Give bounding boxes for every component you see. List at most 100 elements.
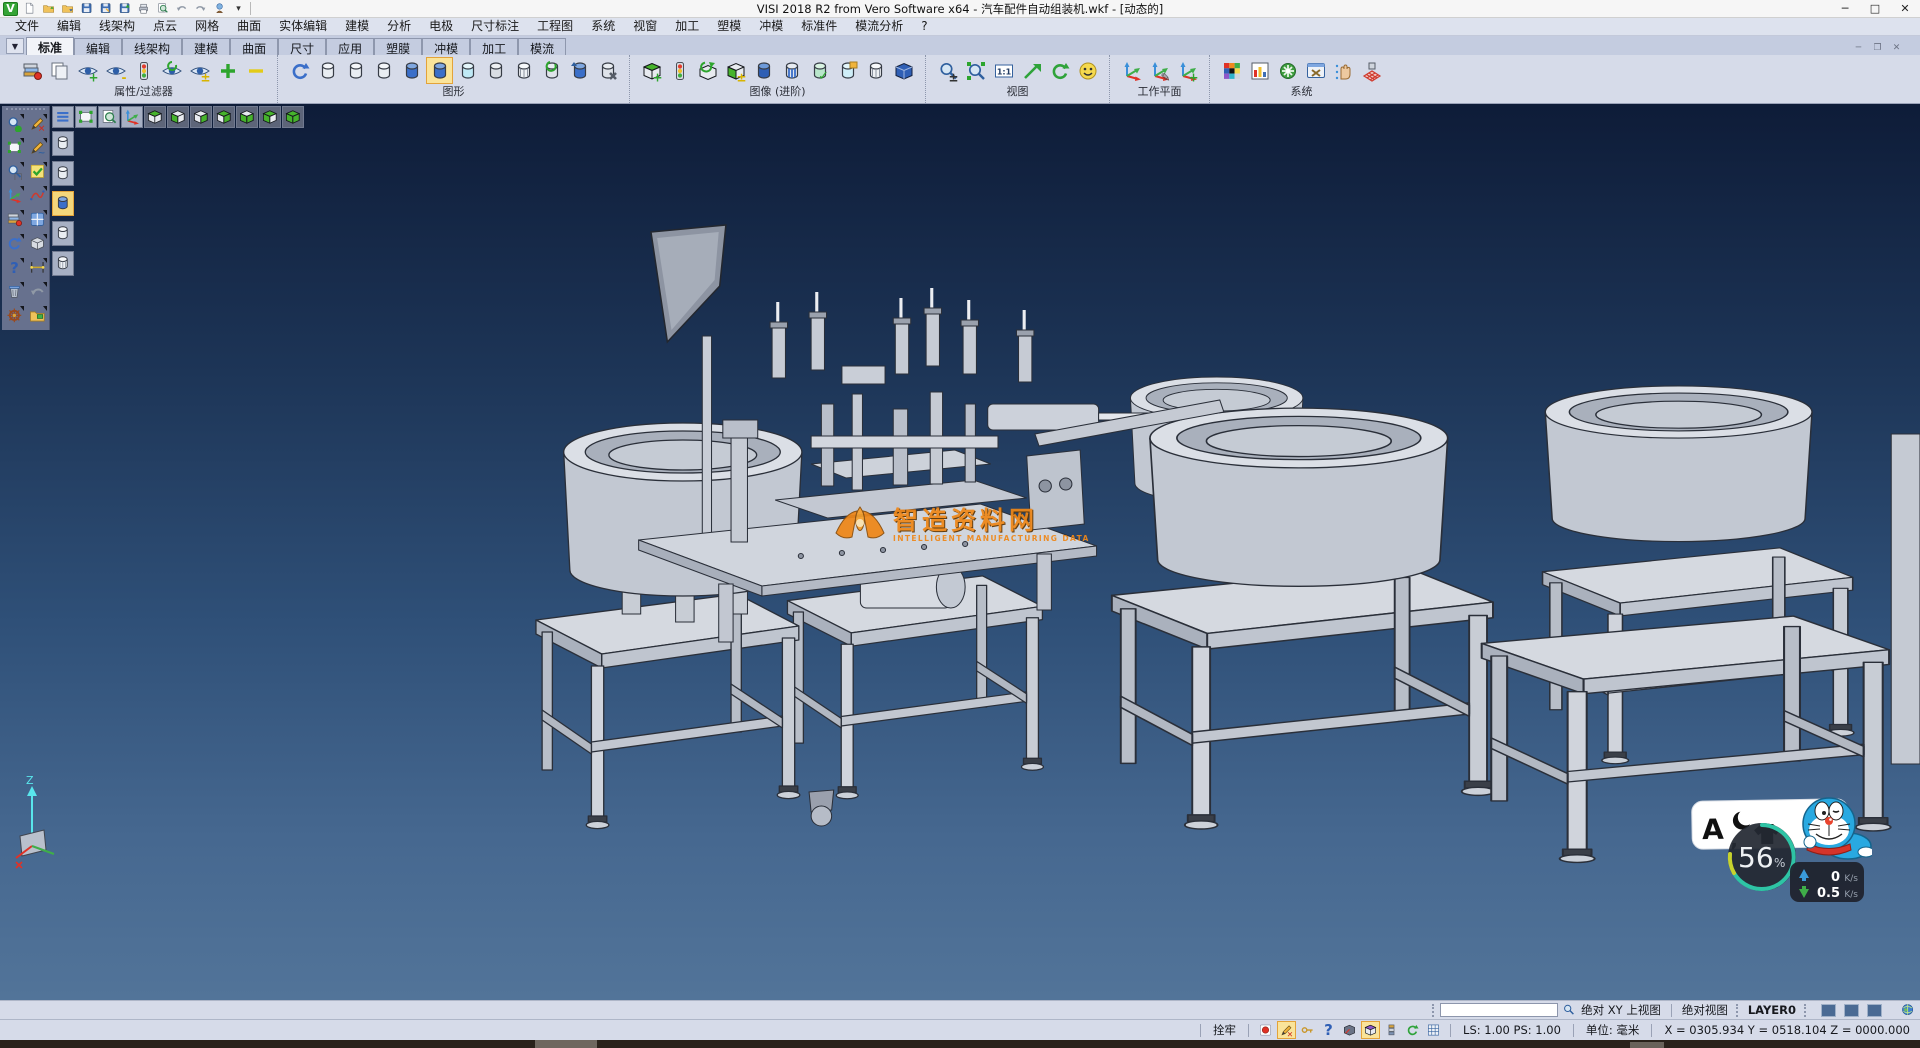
snap-layers-icon[interactable]	[1382, 1021, 1401, 1039]
menu-item-冲模[interactable]: 冲模	[750, 18, 792, 35]
cylinder-wireframe-icon[interactable]	[510, 57, 537, 84]
visibility-refresh-icon[interactable]	[158, 57, 185, 84]
system-grid-icon[interactable]	[1358, 57, 1385, 84]
tab-overflow-button[interactable]: ▼	[6, 38, 24, 54]
system-settings-icon[interactable]	[1274, 57, 1301, 84]
display-flat-icon[interactable]	[52, 221, 74, 246]
display-wireframe-icon[interactable]	[52, 251, 74, 276]
view-menu-icon[interactable]	[52, 106, 74, 128]
window-manager-icon[interactable]	[27, 209, 48, 230]
view-cube-iso-icon[interactable]	[282, 106, 304, 128]
menu-item-尺寸标注[interactable]: 尺寸标注	[462, 18, 528, 35]
cube-shaded-blue-icon[interactable]	[890, 57, 917, 84]
menu-item-文件[interactable]: 文件	[6, 18, 48, 35]
view-cube-left-icon[interactable]	[236, 106, 258, 128]
view-zoom-icon[interactable]	[98, 106, 120, 128]
curve-edit-icon[interactable]	[27, 185, 48, 206]
layer-attributes-icon[interactable]	[4, 209, 25, 230]
visi-logo-icon[interactable]: V	[2, 1, 19, 17]
tab-冲模[interactable]: 冲模	[422, 38, 470, 55]
snap-grid-icon[interactable]	[1424, 1021, 1443, 1039]
zoom-extents-icon[interactable]	[1018, 57, 1045, 84]
snap-pen-icon[interactable]: ✕	[1277, 1021, 1296, 1039]
menu-item-曲面[interactable]: 曲面	[228, 18, 270, 35]
tab-尺寸[interactable]: 尺寸	[278, 38, 326, 55]
world-view-icon[interactable]	[1899, 1002, 1916, 1019]
snap-intersection-icon[interactable]	[1340, 1021, 1359, 1039]
cylinder-flat-icon[interactable]	[482, 57, 509, 84]
cylinder-outline-3-icon[interactable]	[370, 57, 397, 84]
menu-item-模流分析[interactable]: 模流分析	[846, 18, 912, 35]
attributes-copy-icon[interactable]	[46, 57, 73, 84]
tab-曲面[interactable]: 曲面	[230, 38, 278, 55]
workplane-new-icon[interactable]: +	[1174, 57, 1201, 84]
tab-模流[interactable]: 模流	[518, 38, 566, 55]
net-speed-widget[interactable]: A ,	[1688, 796, 1872, 904]
show-plus-icon[interactable]	[214, 57, 241, 84]
image-refresh-icon[interactable]	[694, 57, 721, 84]
view-cube-top-icon[interactable]	[144, 106, 166, 128]
view-cube-right-icon[interactable]	[190, 106, 212, 128]
image-show-add-icon[interactable]: +	[638, 57, 665, 84]
system-color-table-icon[interactable]	[1246, 57, 1273, 84]
close-button[interactable]: ✕	[1890, 0, 1920, 17]
cylinder-striped-icon[interactable]	[778, 57, 805, 84]
snap-record-icon[interactable]	[1256, 1021, 1275, 1039]
view-dynamic-icon[interactable]	[1074, 57, 1101, 84]
edit-delete-icon[interactable]: ✕	[27, 113, 48, 134]
menu-item-加工[interactable]: 加工	[666, 18, 708, 35]
menu-item-线架构[interactable]: 线架构	[90, 18, 144, 35]
view-mode-label[interactable]: 绝对 XY 上视图	[1577, 1002, 1665, 1018]
print-preview-icon[interactable]	[154, 1, 171, 17]
system-colors-icon[interactable]	[1218, 57, 1245, 84]
menu-item-实体编辑[interactable]: 实体编辑	[270, 18, 336, 35]
cylinder-transparent-icon[interactable]	[454, 57, 481, 84]
undo-icon[interactable]	[173, 1, 190, 17]
move-axes-icon[interactable]	[4, 185, 25, 206]
undo-operation-icon[interactable]	[27, 281, 48, 302]
cylinder-verified-icon[interactable]: ✓	[806, 57, 833, 84]
display-shaded-icon[interactable]	[52, 191, 74, 216]
display-wire-2-icon[interactable]	[52, 161, 74, 186]
cylinder-outline-2-icon[interactable]	[342, 57, 369, 84]
show-plusminus-icon[interactable]: ±	[186, 57, 213, 84]
cylinder-outline-1-icon[interactable]	[314, 57, 341, 84]
view-refresh-icon[interactable]	[1046, 57, 1073, 84]
menu-item-编辑[interactable]: 编辑	[48, 18, 90, 35]
plane-bound-icon[interactable]	[4, 137, 25, 158]
viewport[interactable]: ●✕~□? 智造资料网 INTELLIGENT MANUFACTURING DA…	[0, 104, 1920, 1000]
menu-item-电极[interactable]: 电极	[420, 18, 462, 35]
search-icon[interactable]	[1560, 1002, 1577, 1019]
system-window-options-icon[interactable]	[1302, 57, 1329, 84]
save-all-icon[interactable]	[116, 1, 133, 17]
mdi-minimize-button[interactable]: ─	[1849, 40, 1868, 55]
mdi-close-button[interactable]: ✕	[1887, 40, 1906, 55]
show-minus-icon[interactable]	[242, 57, 269, 84]
save-icon[interactable]	[78, 1, 95, 17]
cylinder-shaded-edges-icon[interactable]	[426, 57, 453, 84]
units-label[interactable]: 单位: 毫米	[1580, 1022, 1646, 1038]
view-cube-bottom-icon[interactable]	[167, 106, 189, 128]
cylinder-section-icon[interactable]	[834, 57, 861, 84]
navigation-helm-icon[interactable]	[4, 305, 25, 326]
layer-swatch-2-icon[interactable]	[1843, 1002, 1860, 1019]
redo-icon[interactable]	[192, 1, 209, 17]
maximize-button[interactable]: □	[1860, 0, 1890, 17]
show-add-icon[interactable]: +	[74, 57, 101, 84]
menu-item-建模[interactable]: 建模	[336, 18, 378, 35]
cylinder-solid-blue-icon[interactable]	[750, 57, 777, 84]
search-input[interactable]	[1440, 1003, 1558, 1017]
snap-rotate-icon[interactable]	[1403, 1021, 1422, 1039]
system-snap-icon[interactable]	[1330, 57, 1357, 84]
tab-标准[interactable]: 标准	[26, 37, 74, 55]
solid-cube-icon[interactable]	[27, 233, 48, 254]
workplane-edit-icon[interactable]: ✎	[1146, 57, 1173, 84]
measure-distance-icon[interactable]	[27, 257, 48, 278]
tab-线架构[interactable]: 线架构	[122, 38, 182, 55]
print-icon[interactable]	[135, 1, 152, 17]
minimize-button[interactable]: ─	[1830, 0, 1860, 17]
visibility-filter-icon[interactable]	[130, 57, 157, 84]
attributes-edit-icon[interactable]	[18, 57, 45, 84]
regen-view-icon[interactable]	[4, 233, 25, 254]
layer-swatch-1-icon[interactable]	[1820, 1002, 1837, 1019]
